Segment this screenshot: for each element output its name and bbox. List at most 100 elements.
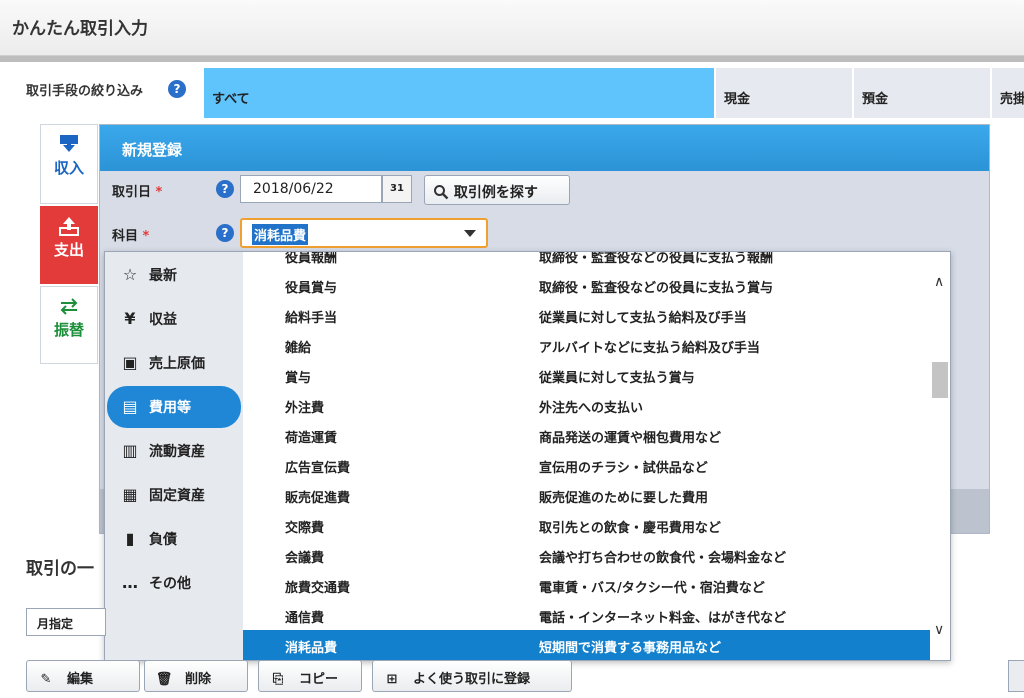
item-desc: 短期間で消費する事務用品など (539, 641, 722, 656)
item-desc: 商品発送の運賃や梱包費用など (539, 431, 722, 446)
list-item[interactable]: 通信費 電話・インターネット料金、はがき代など (243, 600, 930, 630)
income-arrow-icon (58, 133, 80, 155)
item-name: 外注費 (285, 401, 325, 416)
debt-icon: ▮ (125, 529, 135, 548)
category-cost-of-sales[interactable]: ▣ 売上原価 (107, 342, 241, 384)
category-liabilities[interactable]: ▮ 負債 (107, 518, 241, 560)
account-label: 科目 * (112, 225, 149, 244)
help-icon[interactable]: ? (168, 80, 186, 98)
category-expenses[interactable]: ▤ 費用等 (107, 386, 241, 428)
chevron-down-icon (464, 230, 476, 237)
tab-transfer[interactable]: 振替 (40, 286, 98, 364)
more-icon: … (122, 573, 138, 592)
category-label: 収益 (149, 312, 177, 328)
tab-expense-label: 支出 (53, 241, 84, 259)
list-item[interactable]: 雑給 アルバイトなどに支払う給料及び手当 (243, 330, 930, 360)
item-desc: 販売促進のために要した費用 (539, 491, 709, 506)
list-item[interactable]: 会議費 会議や打ち合わせの飲食代・会場料金など (243, 540, 930, 570)
item-name: 会議費 (285, 551, 325, 566)
list-item[interactable]: 給料手当 従業員に対して支払う給料及び手当 (243, 300, 930, 330)
list-item[interactable]: 広告宣伝費 宣伝用のチラシ・試供品など (243, 450, 930, 480)
pencil-icon: ✎ (40, 672, 52, 687)
transactions-title: 取引の一 (26, 559, 94, 579)
item-name: 荷造運賃 (285, 431, 338, 446)
scrollbar-thumb[interactable] (932, 362, 948, 398)
item-desc: 電話・インターネット料金、はがき代など (539, 611, 787, 626)
list-item[interactable]: 外注費 外注先への支払い (243, 390, 930, 420)
category-latest[interactable]: ☆ 最新 (107, 254, 241, 296)
tab-transfer-label: 振替 (53, 321, 84, 339)
tab-income[interactable]: 収入 (40, 124, 98, 204)
category-label: 流動資産 (149, 444, 205, 460)
tab-income-label: 収入 (53, 159, 84, 177)
list-item[interactable]: 交際費 取引先との飲食・慶弔費用など (243, 510, 930, 540)
item-desc: 取引先との飲食・慶弔費用など (539, 521, 721, 536)
item-name: 旅費交通費 (285, 581, 351, 596)
filter-option-cash[interactable]: 現金 (716, 68, 852, 118)
item-desc: 宣伝用のチラシ・試供品など (539, 461, 708, 476)
item-name: 広告宣伝費 (285, 461, 351, 476)
category-fixed-assets[interactable]: ▦ 固定資産 (107, 474, 241, 516)
edit-label: 編集 (67, 672, 94, 687)
filter-option-receivable[interactable]: 売掛 (992, 68, 1024, 118)
account-label-text: 科目 (112, 229, 139, 244)
delete-button[interactable]: 🗑 削除 (144, 660, 248, 692)
help-icon[interactable]: ? (216, 224, 234, 242)
item-desc: 外注先への支払い (539, 401, 644, 416)
item-desc: 取締役・監査役などの役員に支払う報酬 (539, 252, 774, 266)
edit-button[interactable]: ✎ 編集 (26, 660, 140, 692)
item-desc: 従業員に対して支払う給料及び手当 (539, 311, 747, 326)
search-example-button[interactable]: 取引例を探す (424, 175, 570, 205)
list-item[interactable]: 役員報酬 取締役・監査役などの役員に支払う報酬 (243, 252, 930, 270)
item-name: 販売促進費 (285, 491, 351, 506)
item-name: 交際費 (285, 521, 325, 536)
account-dropdown: ☆ 最新 ¥ 収益 ▣ 売上原価 ▤ 費用等 ▥ 流動資産 ▦ 固定資産 ▮ 負債 … その他 … (104, 251, 951, 661)
filter-option-deposit[interactable]: 預金 (854, 68, 990, 118)
filter-label: 取引手段の絞り込み (26, 84, 144, 99)
register-frequent-button[interactable]: ⊞ よく使う取引に登録 (372, 660, 572, 692)
list-item[interactable]: 旅費交通費 電車賃・バス/タクシー代・宿泊費など (243, 570, 930, 600)
item-name: 給料手当 (285, 311, 338, 326)
category-revenue[interactable]: ¥ 収益 (107, 298, 241, 340)
chevron-up-icon[interactable]: ∧ (934, 274, 944, 290)
cash-icon: ▥ (122, 441, 138, 460)
item-name: 賞与 (285, 371, 312, 386)
filter-option-all[interactable]: すべて (204, 68, 714, 118)
transfer-arrows-icon (58, 295, 80, 317)
list-item[interactable]: 役員賞与 取締役・監査役などの役員に支払う賞与 (243, 270, 930, 300)
scrollbar[interactable]: ∧ ∨ (930, 252, 950, 660)
chevron-down-icon[interactable]: ∨ (934, 622, 944, 638)
list-item[interactable]: 販売促進費 販売促進のために要した費用 (243, 480, 930, 510)
item-desc: 取締役・監査役などの役員に支払う賞与 (539, 281, 774, 296)
search-icon (433, 185, 454, 201)
tab-expense[interactable]: 支出 (40, 206, 98, 284)
period-select[interactable]: 月指定 (26, 608, 106, 636)
title-bar: かんたん取引入力 (0, 0, 1024, 56)
list-item-selected[interactable]: 消耗品費 短期間で消費する事務用品など (243, 630, 930, 660)
book-plus-icon: ⊞ (386, 672, 398, 687)
category-label: 負債 (149, 532, 177, 548)
extra-button[interactable] (1008, 660, 1024, 692)
account-list: 役員報酬 取締役・監査役などの役員に支払う報酬 役員賞与 取締役・監査役などの役員に… (243, 252, 930, 660)
item-name: 通信費 (285, 611, 325, 626)
copy-button[interactable]: ⎘ コピー (258, 660, 362, 692)
category-current-assets[interactable]: ▥ 流動資産 (107, 430, 241, 472)
help-icon[interactable]: ? (216, 180, 234, 198)
list-item[interactable]: 荷造運賃 商品発送の運賃や梱包費用など (243, 420, 930, 450)
account-select[interactable]: 消耗品費 (240, 218, 488, 248)
category-label: 費用等 (149, 400, 191, 416)
copy-icon: ⎘ (272, 672, 284, 687)
trash-icon: 🗑 (155, 672, 173, 687)
category-label: 最新 (149, 268, 177, 284)
list-item[interactable]: 賞与 従業員に対して支払う賞与 (243, 360, 930, 390)
box-icon: ▣ (122, 353, 138, 372)
date-input[interactable]: 2018/06/22 (240, 175, 382, 203)
category-other[interactable]: … その他 (107, 562, 241, 604)
app-page: かんたん取引入力 取引手段の絞り込み ? すべて 現金 預金 売掛 収入 支出 … (0, 0, 1024, 698)
page-title: かんたん取引入力 (12, 19, 148, 39)
date-label-text: 取引日 (112, 185, 152, 200)
category-list: ☆ 最新 ¥ 収益 ▣ 売上原価 ▤ 費用等 ▥ 流動資産 ▦ 固定資産 ▮ 負債 … その他 (105, 252, 243, 660)
item-desc: 電車賃・バス/タクシー代・宿泊費など (539, 581, 765, 596)
calendar-icon[interactable]: 31 (382, 175, 412, 203)
delete-label: 削除 (185, 672, 212, 687)
